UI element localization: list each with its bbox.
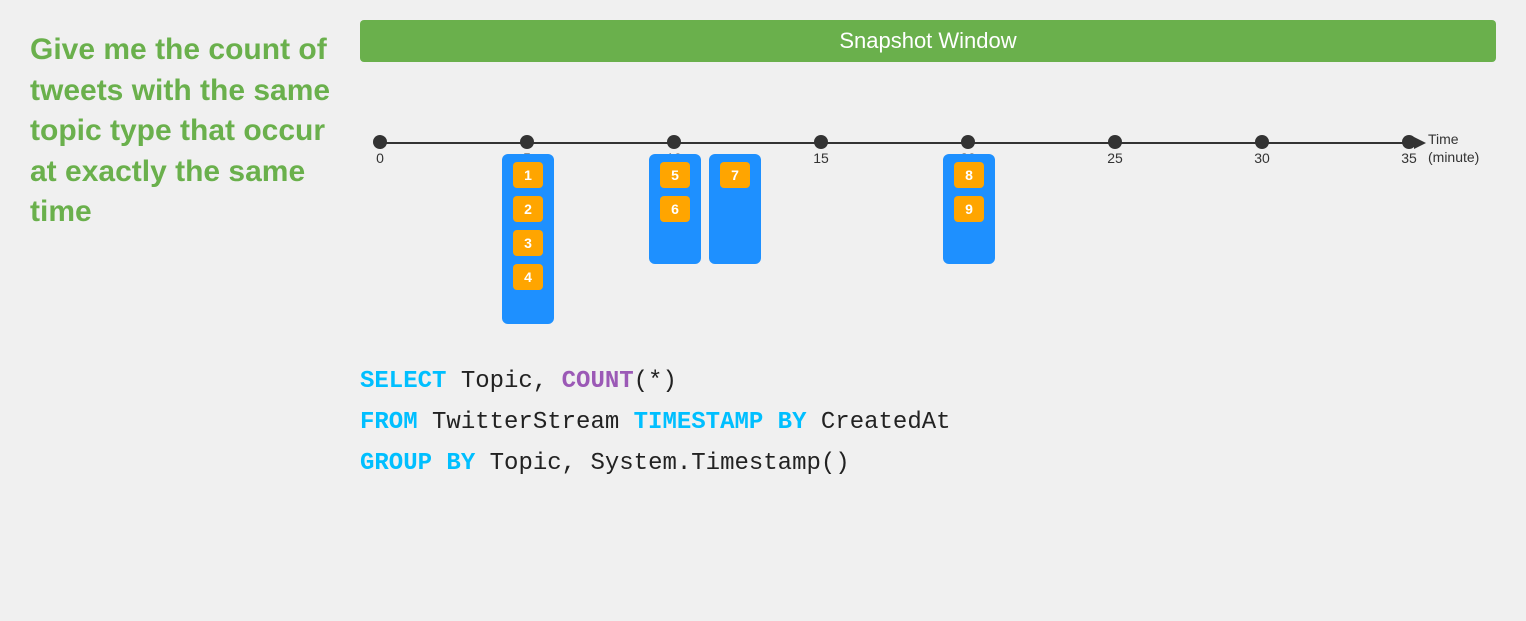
time-label-30: 30 [1254, 150, 1270, 166]
time-label-35: 35 [1401, 150, 1417, 166]
snapshot-window-header: Snapshot Window [360, 20, 1496, 62]
tweet-badge-2: 2 [513, 196, 543, 222]
sql-createdat: CreatedAt [807, 409, 951, 436]
sql-count-keyword: COUNT [562, 368, 634, 395]
sql-line-1: SELECT Topic, COUNT(*) [360, 362, 1496, 403]
sql-section: SELECT Topic, COUNT(*) FROM TwitterStrea… [360, 362, 1496, 484]
tweet-badge-6: 6 [660, 196, 690, 222]
time-dot-15 [814, 135, 828, 149]
sql-group-keyword: GROUP [360, 450, 432, 477]
time-dot-35 [1402, 135, 1416, 149]
left-panel: Give me the count of tweets with the sam… [30, 20, 340, 601]
tweet-bar-20: 8 9 [943, 154, 995, 264]
description-text: Give me the count of tweets with the sam… [30, 30, 340, 233]
time-axis-label: Time(minute) [1428, 130, 1479, 166]
sql-timestamp-keyword: TIMESTAMP [634, 409, 764, 436]
sql-line-3: GROUP BY Topic, System.Timestamp() [360, 444, 1496, 485]
timeline-area: 0 5 10 15 20 25 30 35 Time(min [360, 72, 1496, 332]
time-label-0: 0 [376, 150, 384, 166]
tweet-bar-5: 1 2 3 4 [502, 154, 554, 324]
sql-by-keyword-2: BY [763, 409, 806, 436]
tweet-badge-1: 1 [513, 162, 543, 188]
right-panel: Snapshot Window 0 5 10 15 20 [340, 20, 1496, 601]
sql-topic: Topic, [446, 368, 561, 395]
sql-groupby-fields: Topic, System.Timestamp() [475, 450, 849, 477]
time-dot-0 [373, 135, 387, 149]
tweet-badge-5: 5 [660, 162, 690, 188]
sql-table-name: TwitterStream [418, 409, 634, 436]
sql-from-keyword: FROM [360, 409, 418, 436]
time-label-15: 15 [813, 150, 829, 166]
sql-count-args: (*) [634, 368, 677, 395]
tweet-bar-10: 5 6 [649, 154, 701, 264]
main-container: Give me the count of tweets with the sam… [0, 0, 1526, 621]
time-dot-30 [1255, 135, 1269, 149]
time-dot-20 [961, 135, 975, 149]
time-dot-25 [1108, 135, 1122, 149]
sql-line-2: FROM TwitterStream TIMESTAMP BY CreatedA… [360, 403, 1496, 444]
tweet-badge-9: 9 [954, 196, 984, 222]
sql-by-keyword-3: BY [432, 450, 475, 477]
tweet-badge-4: 4 [513, 264, 543, 290]
tweet-bar-12: 7 [709, 154, 761, 264]
tweet-badge-7: 7 [720, 162, 750, 188]
sql-select-keyword: SELECT [360, 368, 446, 395]
time-dot-10 [667, 135, 681, 149]
tweet-badge-3: 3 [513, 230, 543, 256]
time-dot-5 [520, 135, 534, 149]
tweet-badge-8: 8 [954, 162, 984, 188]
time-label-25: 25 [1107, 150, 1123, 166]
